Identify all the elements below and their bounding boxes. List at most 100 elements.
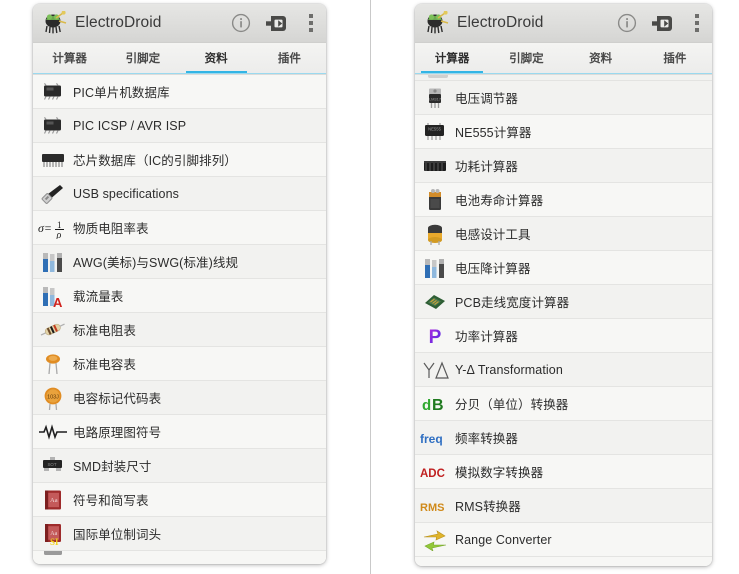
resistor-icon (33, 313, 73, 347)
battery-icon (415, 183, 455, 217)
svg-text:LM317: LM317 (429, 96, 442, 101)
list-item[interactable]: 标准电容表 (33, 347, 326, 381)
svg-text:RMS: RMS (420, 502, 444, 514)
list-item[interactable]: SOT SMD封装尺寸 (33, 449, 326, 483)
list-item-label: 电池寿命计算器 (455, 194, 544, 208)
list-item-label: 功耗计算器 (455, 160, 519, 174)
list-item[interactable]: PIC单片机数据库 (33, 75, 326, 109)
list-item-partial[interactable] (33, 551, 326, 563)
info-icon[interactable] (610, 4, 644, 42)
overflow-menu-icon[interactable] (682, 4, 712, 42)
partial-row-icon (33, 551, 73, 563)
list-item[interactable]: A 载流量表 (33, 279, 326, 313)
list-item[interactable]: 芯片数据库（IC的引脚排列） (33, 143, 326, 177)
list-item[interactable]: PIC ICSP / AVR ISP (33, 109, 326, 143)
overflow-menu-icon[interactable] (296, 4, 326, 42)
svg-text:NE555: NE555 (428, 126, 441, 131)
list-item-label: 芯片数据库（IC的引脚排列） (73, 154, 237, 168)
tab-pinouts[interactable]: 引脚定 (106, 43, 179, 74)
list-item[interactable]: 功耗计算器 (415, 149, 712, 183)
list-item-label: PIC ICSP / AVR ISP (73, 118, 187, 133)
list-item-label: SMD封装尺寸 (73, 460, 152, 474)
tab-plugins[interactable]: 插件 (638, 43, 712, 74)
ceramic-capacitor-icon (33, 347, 73, 381)
heatsink-icon (415, 149, 455, 183)
tab-pinouts[interactable]: 引脚定 (489, 43, 563, 74)
tab-label: 资料 (204, 53, 228, 65)
left-action-bar: ElectroDroid (33, 4, 326, 43)
usb-connector-icon (33, 177, 73, 211)
list-item-label: 国际单位制词头 (73, 528, 162, 542)
svg-text:SI: SI (50, 537, 59, 546)
abbreviations-book-icon: Aa (33, 483, 73, 517)
electrodroid-bug-icon (424, 11, 450, 35)
rms-icon: RMS (415, 489, 455, 523)
list-item-label: AWG(美标)与SWG(标准)线规 (73, 256, 239, 270)
list-item[interactable]: freq 频率转换器 (415, 421, 712, 455)
range-converter-icon (415, 523, 455, 557)
list-item-label: 电容标记代码表 (73, 392, 162, 406)
list-item[interactable]: USB specifications (33, 177, 326, 211)
list-item[interactable]: 标准电阻表 (33, 313, 326, 347)
svg-text:ρ: ρ (56, 230, 62, 239)
app-title: ElectroDroid (75, 14, 162, 31)
power-p-icon: P (415, 319, 455, 353)
tab-calculators[interactable]: 计算器 (415, 43, 489, 74)
image-divider (370, 0, 371, 574)
list-item[interactable]: LM317 电压调节器 (415, 81, 712, 115)
smd-package-icon: SOT (33, 449, 73, 483)
wire-ampacity-icon: A (33, 279, 73, 313)
left-resource-list[interactable]: PIC单片机数据库 PIC ICSP / AVR ISP 芯片数据库（IC的引脚… (33, 75, 326, 564)
list-item-label: Range Converter (455, 532, 552, 547)
list-item[interactable]: Aa 符号和简写表 (33, 483, 326, 517)
list-item-label: 电压调节器 (455, 92, 519, 106)
list-item-label: 电感设计工具 (455, 228, 531, 242)
list-item[interactable]: 电感设计工具 (415, 217, 712, 251)
list-item[interactable]: NE555 NE555计算器 (415, 115, 712, 149)
ne555-chip-icon: NE555 (415, 115, 455, 149)
svg-text:B: B (432, 397, 444, 414)
list-item[interactable]: AWG(美标)与SWG(标准)线规 (33, 245, 326, 279)
right-calculator-list[interactable]: LM317 电压调节器 NE555 NE555计算器 功耗计算器 电池寿命计算器… (415, 75, 712, 566)
info-icon[interactable] (224, 4, 258, 42)
cast-connect-icon[interactable] (258, 4, 296, 42)
pcb-board-icon (415, 285, 455, 319)
tab-calculators[interactable]: 计算器 (33, 43, 106, 74)
cast-connect-icon[interactable] (644, 4, 682, 42)
list-item[interactable]: ADC 模拟数字转换器 (415, 455, 712, 489)
svg-text:103J: 103J (47, 394, 59, 400)
resistivity-formula-icon: σ= 1 ρ (33, 211, 73, 245)
decibel-icon: d B (415, 387, 455, 421)
list-item[interactable]: σ= 1 ρ 物质电阻率表 (33, 211, 326, 245)
list-item-label: 频率转换器 (455, 432, 519, 446)
list-item-label: 标准电容表 (73, 358, 137, 372)
list-item[interactable]: 103J 电容标记代码表 (33, 381, 326, 415)
scrolled-row-sliver (415, 75, 712, 81)
list-item[interactable]: Aa SI 国际单位制词头 (33, 517, 326, 551)
list-item[interactable]: P 功率计算器 (415, 319, 712, 353)
tab-resources[interactable]: 资料 (180, 43, 253, 74)
tab-bottom-rule (415, 73, 712, 74)
list-item[interactable]: 电路原理图符号 (33, 415, 326, 449)
tab-label: 资料 (589, 53, 613, 65)
list-item[interactable]: Y-Δ Transformation (415, 353, 712, 387)
tab-label: 计算器 (434, 53, 470, 65)
list-item[interactable]: PCB走线宽度计算器 (415, 285, 712, 319)
tab-resources[interactable]: 资料 (564, 43, 638, 74)
list-item[interactable]: d B 分贝（单位）转换器 (415, 387, 712, 421)
svg-text:σ=: σ= (38, 221, 52, 235)
list-item[interactable]: 电池寿命计算器 (415, 183, 712, 217)
left-phone-panel: ElectroDroid 计算器 引脚定 资料 插件 PIC单片机数据库 PIC… (33, 4, 326, 564)
svg-text:SOT: SOT (47, 462, 56, 467)
list-item[interactable]: Range Converter (415, 523, 712, 557)
list-item-label: RMS转换器 (455, 500, 521, 514)
list-item-label: 模拟数字转换器 (455, 466, 544, 480)
svg-text:Aa: Aa (50, 530, 57, 536)
list-item-label: 电路原理图符号 (73, 426, 162, 440)
list-item[interactable]: RMS RMS转换器 (415, 489, 712, 523)
list-item[interactable]: 电压降计算器 (415, 251, 712, 285)
tab-plugins[interactable]: 插件 (253, 43, 326, 74)
list-item-label: 物质电阻率表 (73, 222, 149, 236)
wye-delta-icon (415, 353, 455, 387)
right-tab-bar: 计算器 引脚定 资料 插件 (415, 43, 712, 75)
